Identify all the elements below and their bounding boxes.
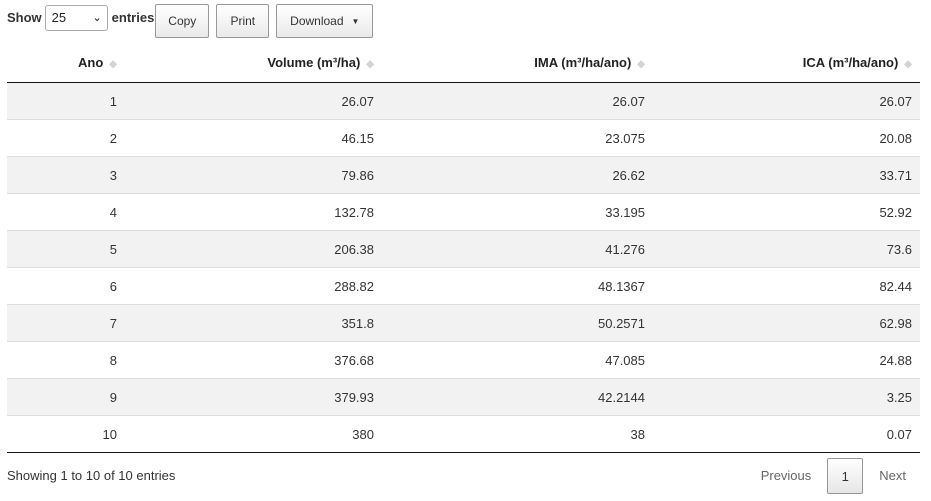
header-row: Ano ◆ Volume (m³/ha) ◆ IMA (m³/ha/ano) ◆ ICA (…: [7, 42, 920, 83]
ano-cell: 6: [7, 267, 117, 305]
ano-cell: 5: [7, 230, 117, 268]
entries-label: entries: [111, 10, 155, 25]
ica-cell: 73.6: [653, 230, 920, 268]
print-button-label: Print: [230, 14, 256, 28]
column-header-ano[interactable]: Ano ◆: [7, 42, 117, 83]
column-header-ima[interactable]: IMA (m³/ha/ano) ◆: [382, 42, 653, 83]
ima-cell: 38: [382, 415, 653, 453]
ima-cell: 23.075: [382, 119, 653, 157]
column-header-label: Volume (m³/ha): [267, 54, 361, 70]
ano-cell: 4: [7, 193, 117, 231]
column-header-label: IMA (m³/ha/ano): [534, 54, 632, 70]
ima-cell: 48.1367: [382, 267, 653, 305]
ima-cell: 50.2571: [382, 304, 653, 342]
table-row: 3 79.86 26.62 33.71: [7, 156, 920, 194]
download-button[interactable]: Download ▼: [276, 4, 374, 38]
volume-cell: 79.86: [117, 156, 382, 194]
download-button-label: Download: [290, 14, 344, 28]
caret-down-icon: ▼: [351, 17, 360, 26]
table-info: Showing 1 to 10 of 10 entries: [7, 468, 176, 483]
ima-cell: 42.2144: [382, 378, 653, 416]
table-body: 1 26.07 26.07 26.07 2 46.15 23.075 20.08 3 79.86 2…: [7, 82, 920, 453]
ica-cell: 24.88: [653, 341, 920, 379]
table-row: 1 26.07 26.07 26.07: [7, 82, 920, 120]
ano-cell: 8: [7, 341, 117, 379]
ica-cell: 52.92: [653, 193, 920, 231]
ica-cell: 82.44: [653, 267, 920, 305]
volume-cell: 351.8: [117, 304, 382, 342]
data-table: Ano ◆ Volume (m³/ha) ◆ IMA (m³/ha/ano) ◆ ICA (…: [7, 42, 920, 453]
volume-cell: 379.93: [117, 378, 382, 416]
volume-cell: 380: [117, 415, 382, 453]
ano-cell: 2: [7, 119, 117, 157]
copy-button[interactable]: Copy: [155, 4, 210, 38]
ima-cell: 47.085: [382, 341, 653, 379]
pagination: Previous 1 Next: [747, 457, 920, 495]
sort-both-icon: ◆: [637, 58, 645, 70]
sort-both-icon: ◆: [904, 58, 912, 70]
ano-cell: 7: [7, 304, 117, 342]
ica-cell: 62.98: [653, 304, 920, 342]
table-row: 8 376.68 47.085 24.88: [7, 341, 920, 379]
table-row: 10 380 38 0.07: [7, 415, 920, 453]
previous-button[interactable]: Previous: [747, 458, 826, 494]
datatable-widget: Show 25 ⌄ entries Copy Print Download ▼ A…: [0, 0, 931, 501]
column-header-label: ICA (m³/ha/ano): [802, 54, 899, 70]
table-row: 9 379.93 42.2144 3.25: [7, 378, 920, 416]
table-row: 6 288.82 48.1367 82.44: [7, 267, 920, 305]
show-label: Show: [7, 10, 42, 25]
ica-cell: 33.71: [653, 156, 920, 194]
ima-cell: 41.276: [382, 230, 653, 268]
ima-cell: 33.195: [382, 193, 653, 231]
table-controls: Show 25 ⌄ entries Copy Print Download ▼: [7, 4, 380, 40]
volume-cell: 46.15: [117, 119, 382, 157]
chevron-down-icon: ⌄: [92, 12, 102, 24]
column-header-ica[interactable]: ICA (m³/ha/ano) ◆: [653, 42, 920, 83]
ica-cell: 3.25: [653, 378, 920, 416]
volume-cell: 288.82: [117, 267, 382, 305]
ica-cell: 20.08: [653, 119, 920, 157]
table-row: 5 206.38 41.276 73.6: [7, 230, 920, 268]
ano-cell: 1: [7, 82, 117, 120]
print-button[interactable]: Print: [216, 4, 270, 38]
table-row: 4 132.78 33.195 52.92: [7, 193, 920, 231]
page-1-button[interactable]: 1: [827, 458, 864, 494]
next-button[interactable]: Next: [865, 458, 920, 494]
ima-cell: 26.62: [382, 156, 653, 194]
sort-both-icon: ◆: [366, 58, 374, 70]
table-row: 2 46.15 23.075 20.08: [7, 119, 920, 157]
column-header-volume[interactable]: Volume (m³/ha) ◆: [117, 42, 382, 83]
volume-cell: 376.68: [117, 341, 382, 379]
column-header-label: Ano: [78, 54, 104, 70]
volume-cell: 206.38: [117, 230, 382, 268]
sort-both-icon: ◆: [109, 58, 117, 70]
page-size-value: 25: [51, 10, 67, 25]
ica-cell: 0.07: [653, 415, 920, 453]
volume-cell: 26.07: [117, 82, 382, 120]
page-size-select[interactable]: 25 ⌄: [44, 5, 108, 31]
copy-button-label: Copy: [168, 14, 197, 28]
ano-cell: 3: [7, 156, 117, 194]
ima-cell: 26.07: [382, 82, 653, 120]
table-row: 7 351.8 50.2571 62.98: [7, 304, 920, 342]
ano-cell: 9: [7, 378, 117, 416]
ica-cell: 26.07: [653, 82, 920, 120]
ano-cell: 10: [7, 415, 117, 453]
volume-cell: 132.78: [117, 193, 382, 231]
